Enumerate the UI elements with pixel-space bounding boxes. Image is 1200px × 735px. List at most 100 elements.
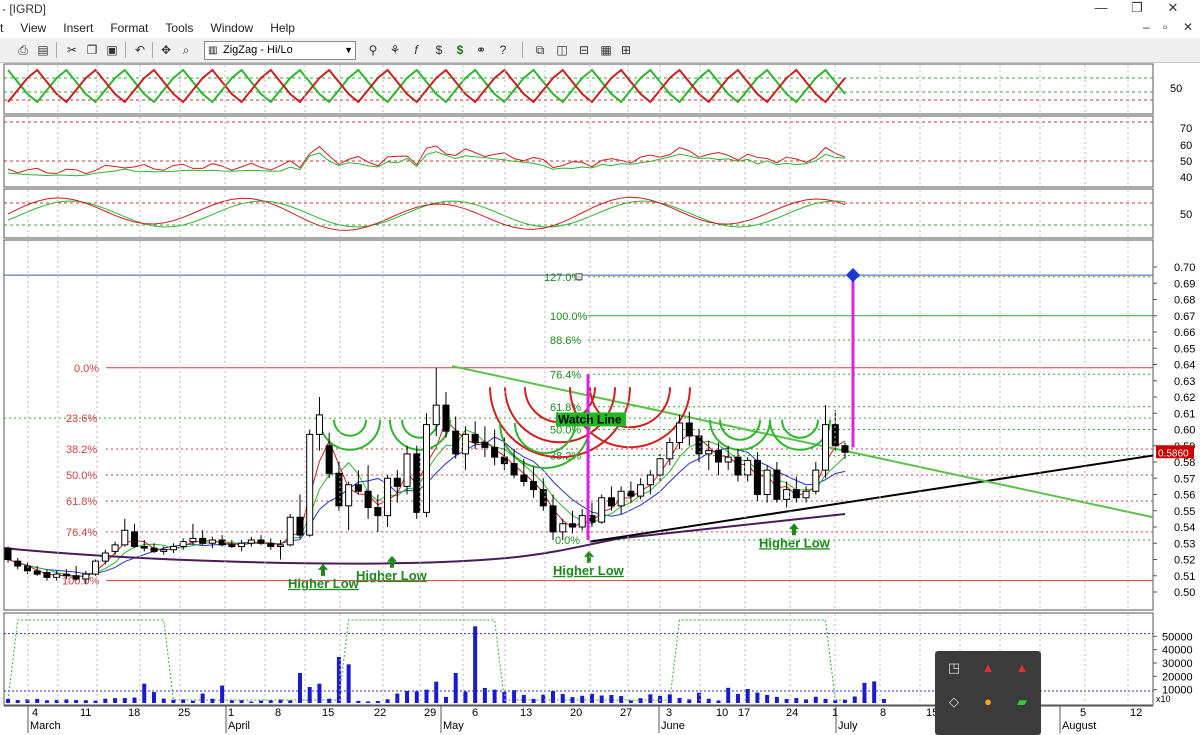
- volume-bar: [239, 700, 244, 703]
- candle-body: [325, 445, 333, 474]
- zigzag-icon[interactable]: ⚲: [365, 42, 381, 58]
- xtick-label-day: 10: [716, 707, 728, 719]
- paste-icon[interactable]: ▣: [104, 42, 120, 58]
- chart-icon[interactable]: ▲: [979, 659, 997, 677]
- tile-horizontal-icon[interactable]: ⊟: [576, 42, 592, 58]
- menu-tools[interactable]: Tools: [158, 18, 200, 35]
- xtick-label-day: 15: [322, 707, 334, 719]
- candle-body: [802, 490, 810, 499]
- candle-body: [734, 456, 742, 476]
- candle-body: [432, 404, 440, 426]
- screen-capture-icon[interactable]: ◳: [945, 659, 963, 677]
- volume-bar: [784, 699, 789, 703]
- menu-view[interactable]: View: [13, 18, 53, 35]
- help-pointer-icon[interactable]: ?: [495, 42, 511, 58]
- binoculars-icon[interactable]: ⚭: [473, 42, 489, 58]
- formula-icon[interactable]: f: [408, 42, 424, 58]
- candle-body: [33, 570, 41, 575]
- tile-vertical-icon[interactable]: ◫: [554, 42, 570, 58]
- volume-bar: [687, 699, 692, 703]
- ytick-label: 0.64: [1174, 360, 1195, 372]
- volume-bar: [171, 699, 176, 703]
- diamond-icon[interactable]: ◇: [945, 693, 963, 711]
- xtick-label-day: 8: [880, 707, 886, 719]
- candle-body: [354, 484, 362, 492]
- volume-bar: [307, 687, 312, 703]
- volume-bar: [774, 696, 779, 703]
- find-icon[interactable]: $: [452, 42, 468, 58]
- menu-help[interactable]: Help: [263, 18, 302, 35]
- tile-columns-icon[interactable]: ▦: [598, 42, 614, 58]
- print-preview-icon[interactable]: ▤: [35, 42, 51, 58]
- volume-bar: [638, 698, 643, 703]
- ytick-label: 50: [1180, 209, 1192, 221]
- candle-body: [14, 560, 22, 567]
- chart-area[interactable]: 50 70605040 50 0.700.690.680.670.660.650…: [0, 62, 1200, 735]
- oscillator-panel-2: 70 60 50 40: [3, 115, 1192, 188]
- floating-toolbar: ◳ ▲ ▲ ◇ ● ▰: [935, 651, 1041, 735]
- undo-icon[interactable]: ↶: [132, 42, 148, 58]
- candle-body: [471, 433, 479, 443]
- xtick-label-day: 1: [832, 707, 838, 719]
- menu-window[interactable]: Window: [204, 18, 261, 35]
- menu-format[interactable]: Format: [103, 18, 155, 35]
- chart-alt-icon[interactable]: ▲: [1013, 659, 1031, 677]
- candle-body: [578, 515, 586, 528]
- inner-minimize-button[interactable]: –: [1143, 20, 1150, 34]
- ytick-label: 50: [1170, 83, 1182, 95]
- candle-body: [345, 484, 353, 507]
- ytick-label: 0.66: [1174, 327, 1195, 339]
- layout-icon[interactable]: ⧉: [532, 42, 548, 58]
- menu-insert[interactable]: Insert: [56, 18, 100, 35]
- zoom-icon[interactable]: ⌕: [178, 42, 194, 58]
- last-price-value: 0.5860: [1158, 448, 1189, 459]
- candle-body: [646, 474, 654, 486]
- candle-body: [257, 539, 265, 544]
- oscillator-panel-3: 50: [3, 188, 1192, 239]
- ytick-label: 40: [1180, 172, 1192, 184]
- candle-body: [43, 572, 51, 578]
- gpu-icon[interactable]: ▰: [1013, 693, 1031, 711]
- volume-bar: [755, 692, 760, 703]
- xtick-label-day: 5: [1080, 707, 1086, 719]
- magnet-icon[interactable]: ⚘: [387, 42, 403, 58]
- inner-restore-button[interactable]: ▫: [1163, 20, 1167, 34]
- inner-close-button[interactable]: ✕: [1183, 20, 1193, 34]
- candle-body: [267, 542, 275, 547]
- dollar-icon[interactable]: $: [431, 42, 447, 58]
- minimize-button[interactable]: —: [1086, 0, 1116, 18]
- crosshair-icon[interactable]: ✥: [158, 42, 174, 58]
- study-select[interactable]: ▥ ZigZag - Hi/Lo ▼: [204, 41, 356, 60]
- ytick-label: 50000: [1162, 631, 1193, 643]
- volume-bar: [395, 693, 400, 703]
- grid-icon[interactable]: ⊞: [618, 42, 634, 58]
- higher-low-label: Higher Low: [356, 568, 428, 583]
- volume-bar: [765, 695, 770, 703]
- candle-body: [179, 541, 187, 547]
- volume-bar: [356, 700, 361, 703]
- candle-body: [568, 523, 577, 528]
- candle-body: [627, 490, 635, 497]
- candle-body: [393, 477, 401, 487]
- volume-bar: [346, 664, 351, 703]
- candle-body: [364, 490, 372, 508]
- fib-label: 100.0%: [550, 311, 588, 323]
- copy-icon[interactable]: ❐: [84, 42, 100, 58]
- xtick-label-day: 12: [1130, 707, 1142, 719]
- restore-button[interactable]: ❐: [1122, 0, 1152, 18]
- toolbar-separator: [125, 42, 126, 58]
- print-icon[interactable]: ⎙: [15, 42, 31, 58]
- candle-body: [695, 435, 703, 455]
- xtick-label-day: 1: [228, 707, 234, 719]
- globe-icon[interactable]: ●: [979, 693, 997, 711]
- volume-bar: [113, 698, 118, 703]
- cut-icon[interactable]: ✂: [64, 42, 80, 58]
- volume-bar: [190, 700, 195, 703]
- volume-bar: [628, 700, 633, 703]
- close-button[interactable]: ✕: [1158, 0, 1188, 18]
- candle-body: [315, 414, 323, 435]
- candle-body: [744, 459, 752, 476]
- ytick-label: 20000: [1162, 671, 1193, 683]
- volume-bar: [551, 691, 556, 703]
- menu-file[interactable]: t: [0, 18, 10, 35]
